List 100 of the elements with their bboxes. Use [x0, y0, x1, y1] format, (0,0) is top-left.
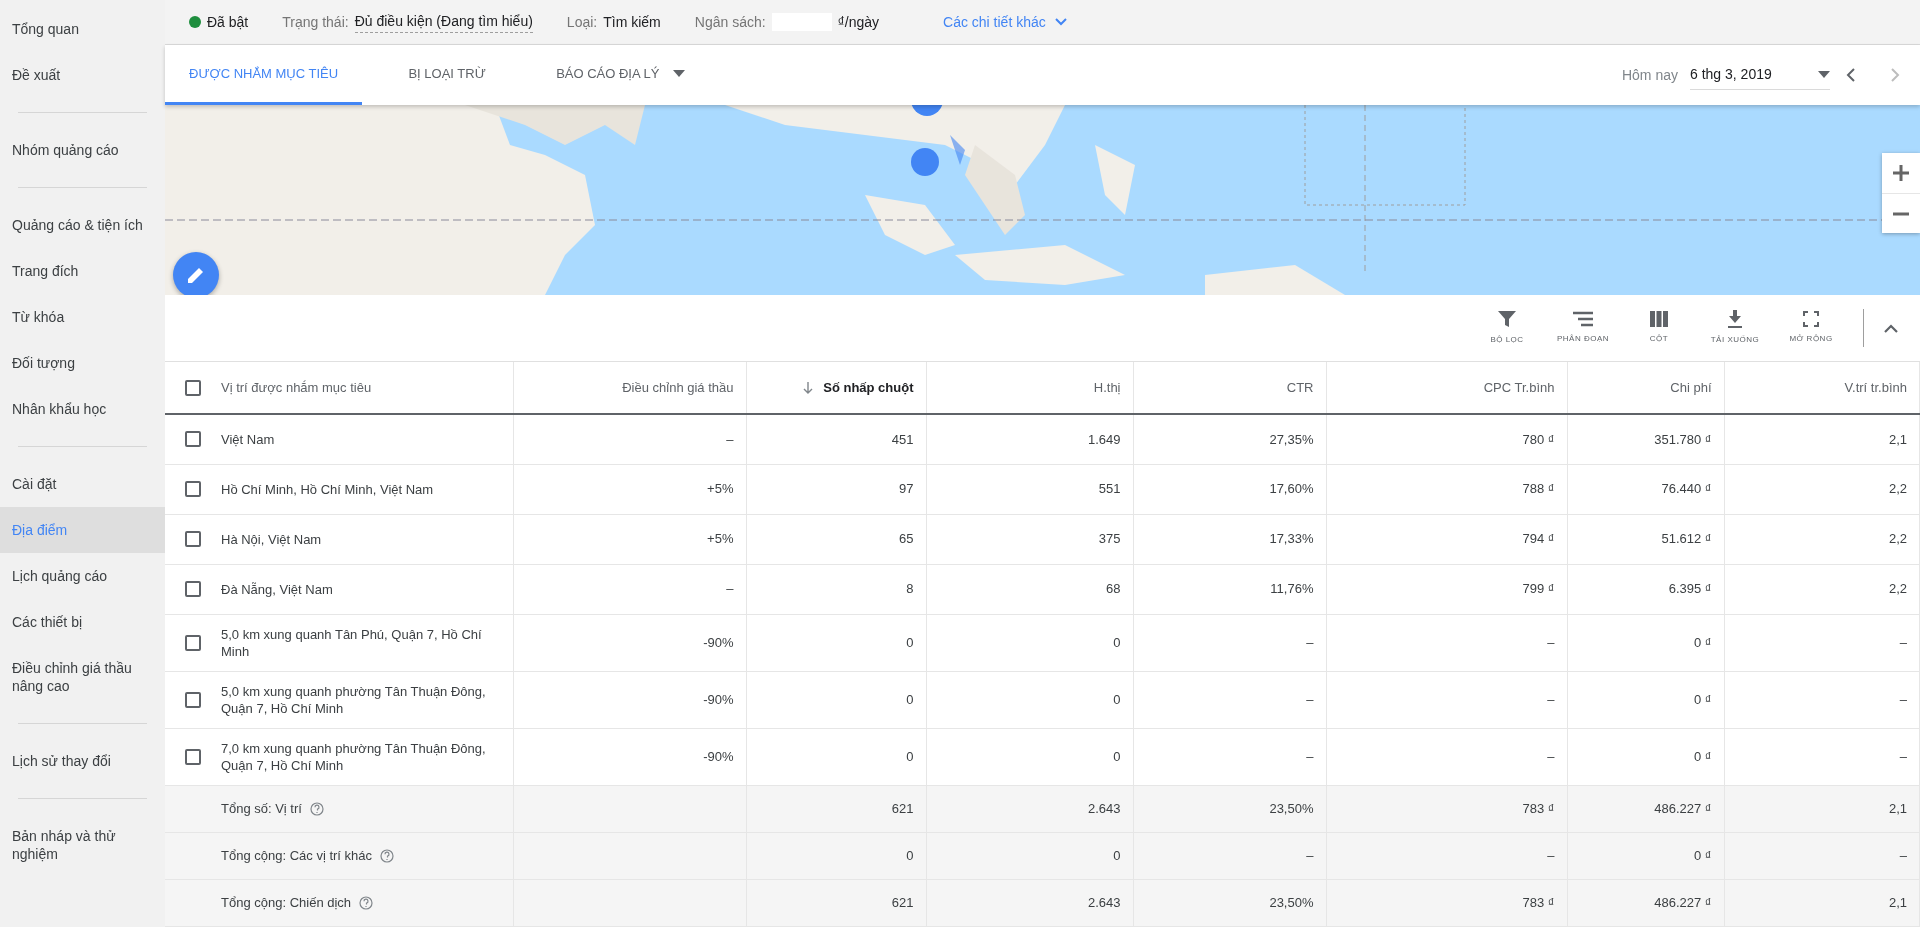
table-cell: 17,33% [1269, 531, 1314, 547]
field-label: Trạng thái: [282, 12, 349, 32]
table-cell: 621 [891, 894, 914, 910]
toolbar-button[interactable]: MỞ RỘNG [1773, 311, 1849, 345]
toolbar-button[interactable]: PHÂN ĐOẠN [1545, 311, 1621, 345]
tab[interactable]: BỊ LOẠI TRỪ [362, 45, 533, 105]
sidebar-item[interactable]: Quảng cáo & tiện ích [0, 202, 165, 248]
field-value: Đủ điều kiện (Đang tìm hiểu) [354, 11, 533, 33]
sidebar-item[interactable]: Nhóm quảng cáo [0, 127, 165, 173]
column-header[interactable]: Điều chỉnh giá thầu [622, 377, 734, 398]
table-cell: 8 [906, 581, 914, 597]
table-cell: 1.649 [1087, 431, 1121, 447]
sidebar-item[interactable]: Các thiết bị [0, 599, 165, 645]
sidebar-item[interactable]: Nhân khẩu học [0, 386, 165, 432]
table-cell: 6.395 ₫ [1668, 581, 1712, 597]
table-cell: – [1547, 691, 1555, 707]
tab[interactable]: BÁO CÁO ĐỊA LÝ [532, 45, 710, 105]
table-cell: 68 [1106, 581, 1121, 597]
table-cell: -90% [703, 634, 734, 650]
table-cell: – [1306, 691, 1314, 707]
checkbox[interactable] [185, 634, 201, 651]
table-cell: 17,60% [1269, 481, 1314, 497]
sidebar-item[interactable]: Lịch sử thay đổi [0, 738, 165, 784]
sidebar-item[interactable]: Cài đặt [0, 461, 165, 507]
table-cell: -90% [703, 748, 734, 764]
table-cell: 0 [906, 691, 914, 707]
column-header[interactable]: CPC Tr.bình [1483, 377, 1555, 398]
checkbox[interactable] [185, 531, 201, 547]
sidebar-item[interactable]: Đề xuất [0, 52, 165, 98]
checkbox[interactable] [185, 581, 201, 597]
table-cell: +5% [707, 481, 734, 497]
column-header[interactable]: CTR [1286, 377, 1314, 398]
table-cell: – [726, 581, 734, 597]
sidebar-item[interactable]: Điều chỉnh giá thầu nâng cao [0, 645, 165, 709]
table-cell: 0 ₫ [1694, 847, 1712, 863]
toolbar-button[interactable]: TẢI XUỐNG [1697, 310, 1773, 346]
download-icon [1727, 310, 1743, 328]
table-cell: 2,1 [1888, 800, 1907, 816]
column-header[interactable]: Chi phí [1670, 377, 1712, 398]
sidebar-item[interactable]: Từ khóa [0, 294, 165, 340]
table-cell: 0 [906, 847, 914, 863]
date-dropdown[interactable]: 6 thg 3, 2019 [1690, 60, 1830, 90]
column-header[interactable]: Vị trí được nhắm mục tiêu [221, 377, 372, 398]
table-cell: 0 [1113, 847, 1121, 863]
table-cell: 621 [891, 800, 914, 816]
table-cell: – [1547, 748, 1555, 764]
sidebar-item[interactable]: Tổng quan [0, 6, 165, 52]
help-icon [309, 801, 324, 816]
table-cell: 0 ₫ [1694, 691, 1712, 707]
table-cell: 2,1 [1888, 431, 1907, 447]
table-cell: 0 [906, 748, 914, 764]
column-header[interactable]: Số nhấp chuột [823, 377, 914, 398]
total-label: Tổng cộng: Các vị trí khác [221, 846, 372, 865]
table-cell: -90% [703, 691, 734, 707]
table-cell: 783 ₫ [1522, 800, 1555, 816]
total-label: Tổng cộng: Chiến dịch [221, 893, 352, 912]
table-cell: – [1899, 748, 1907, 764]
table-cell: 2.643 [1087, 800, 1121, 816]
checkbox[interactable] [185, 691, 201, 708]
toolbar-button[interactable]: BỘ LỌC [1469, 310, 1545, 346]
field-value: Tìm kiếm [603, 12, 661, 32]
table-cell: 783 ₫ [1522, 894, 1555, 910]
table-cell: 486.227 ₫ [1654, 800, 1712, 816]
chevron-left-icon [1846, 67, 1856, 83]
table-cell: – [1899, 634, 1907, 650]
table-cell: – [1547, 847, 1555, 863]
table-cell: 76.440 ₫ [1661, 481, 1712, 497]
chevron-right-icon [1890, 67, 1900, 83]
table-cell: 351.780 ₫ [1654, 431, 1712, 447]
table-cell: 0 [906, 634, 914, 650]
table-cell: – [1899, 847, 1907, 863]
column-header[interactable]: H.thị [1093, 377, 1121, 398]
location-name: 7,0 km xung quanh phường Tân Thuận Đông, Quận 7, Hồ Chí Minh [221, 739, 487, 774]
table-cell: 0 [1113, 691, 1121, 707]
table-cell: 23,50% [1269, 800, 1314, 816]
sidebar-item[interactable]: Lịch quảng cáo [0, 553, 165, 599]
chevron-up-icon [1884, 323, 1898, 333]
table-cell: – [1306, 634, 1314, 650]
sort-arrow-icon [803, 381, 814, 394]
field-value: ₫/ngày [837, 12, 880, 32]
toolbar-button[interactable]: CỘT [1621, 311, 1697, 345]
status-text: Đã bật [207, 12, 249, 32]
sidebar-item[interactable]: Trang đích [0, 248, 165, 294]
checkbox[interactable] [185, 481, 201, 497]
checkbox[interactable] [185, 431, 201, 448]
table-cell: 551 [1098, 481, 1121, 497]
sidebar-item[interactable]: Đối tượng [0, 340, 165, 386]
total-label: Tổng số: Vị trí [221, 799, 302, 818]
chevron-down-icon [1053, 17, 1068, 27]
table-cell: 2,1 [1888, 894, 1907, 910]
table-cell: – [1306, 847, 1314, 863]
table-cell: 27,35% [1269, 431, 1314, 447]
checkbox[interactable] [185, 748, 201, 765]
table-cell: 0 ₫ [1694, 748, 1712, 764]
checkbox[interactable] [185, 379, 201, 396]
table-cell: 0 [1113, 634, 1121, 650]
sidebar-item[interactable]: Bản nháp và thử nghiệm [0, 813, 165, 877]
date-label: Hôm nay [1621, 65, 1678, 85]
table-cell: +5% [707, 531, 734, 547]
column-header[interactable]: V.trí tr.bình [1844, 377, 1907, 398]
